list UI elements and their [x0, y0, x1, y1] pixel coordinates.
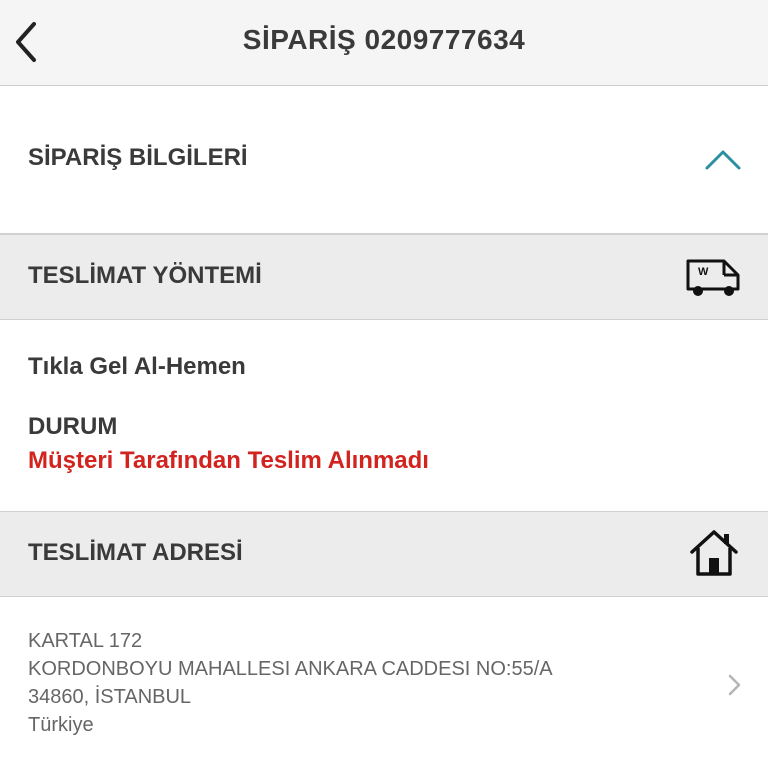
top-bar: SİPARİŞ 0209777634 [0, 0, 768, 86]
status-label: DURUM [28, 413, 118, 440]
status-value: Müşteri Tarafından Teslim Alınmadı [28, 447, 429, 474]
delivery-address-row[interactable]: KARTAL 172 KORDONBOYU MAHALLESI ANKARA C… [0, 596, 768, 768]
delivery-address-label: TESLİMAT ADRESİ [28, 539, 243, 566]
delivery-method-label: TESLİMAT YÖNTEMİ [28, 262, 262, 289]
svg-text:W: W [698, 266, 709, 278]
page-title: SİPARİŞ 0209777634 [242, 24, 526, 55]
address-line: Türkiye [28, 714, 94, 736]
chevron-right-icon[interactable] [724, 672, 744, 698]
delivery-address-header: TESLİMAT ADRESİ [0, 511, 768, 597]
delivery-method-header: TESLİMAT YÖNTEMİ W [0, 234, 768, 320]
address-line: 34860, İSTANBUL [28, 686, 192, 708]
delivery-van-icon: W [686, 259, 740, 296]
address-line: KARTAL 172 [28, 630, 143, 652]
order-info-label: SİPARİŞ BİLGİLERİ [28, 144, 248, 171]
home-icon [690, 530, 738, 576]
chevron-up-icon[interactable] [704, 144, 742, 174]
delivery-method-value: Tıkla Gel Al-Hemen [28, 353, 246, 380]
address-line: KORDONBOYU MAHALLESI ANKARA CADDESI NO:5… [28, 658, 553, 680]
order-info-toggle[interactable]: SİPARİŞ BİLGİLERİ [0, 86, 768, 234]
